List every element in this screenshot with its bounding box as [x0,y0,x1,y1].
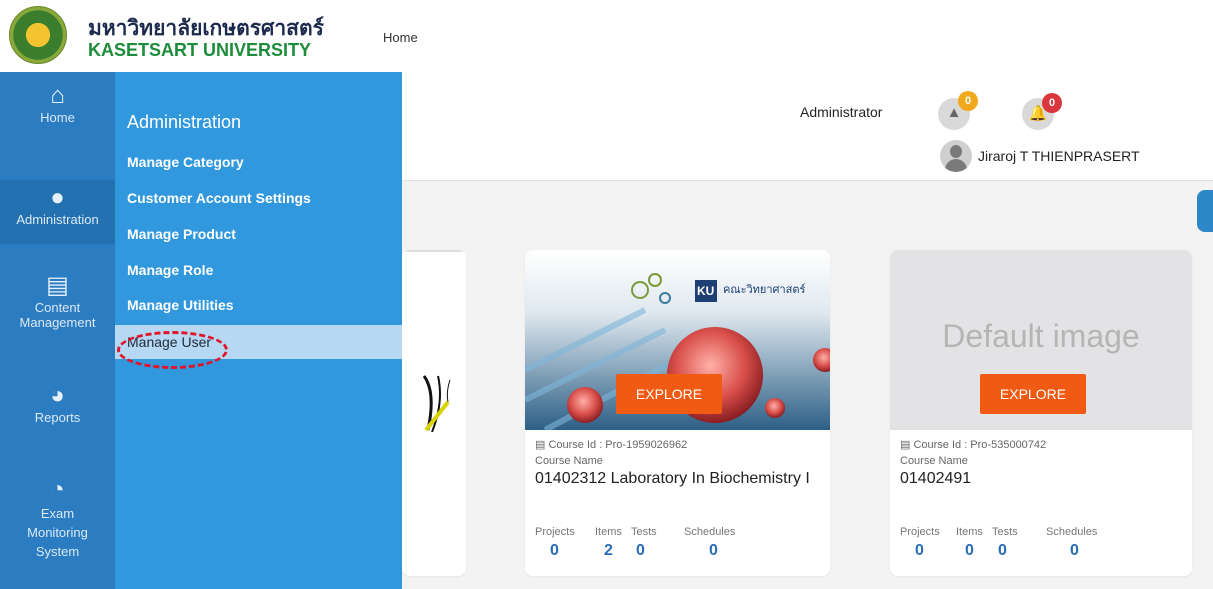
course-id: ▤ Course Id : Pro-1959026962 [535,438,687,451]
stat-projects-label: Projects [900,526,940,538]
sidebar-item-reports[interactable]: ◕ Reports [0,382,115,425]
stat-schedules-label: Schedules [684,526,736,538]
sidebar-item-label: Home [40,110,75,125]
course-id-text: Course Id : Pro-535000742 [913,439,1047,451]
course-card[interactable]: KU คณะวิทยาศาสตร์ EXPLORE ▤ Course Id : … [525,250,830,576]
sidebar-item-label: Exam Monitoring System [27,506,88,559]
stat-projects-label: Projects [535,526,575,538]
sidebar-item-label: Reports [34,410,81,425]
sidebar-item-label: Content Management [19,300,96,330]
default-image-text: Default image [942,318,1140,354]
logo-title-english: KASETSART UNIVERSITY [88,40,312,60]
stat-items-value: 0 [965,542,974,559]
stat-schedules-label: Schedules [1046,526,1098,538]
administration-submenu: Administration Manage Category Customer … [115,72,402,589]
course-card[interactable]: Default image EXPLORE ▤ Course Id : Pro-… [890,250,1192,576]
book-icon: ▤ [535,439,549,451]
stat-schedules-value: 0 [1070,542,1079,559]
sidebar: ⌂ Home ● Administration ▤ Content Manage… [0,72,115,589]
breadcrumb[interactable]: Home [383,30,418,45]
stat-items-label: Items [956,526,983,538]
menu-item-manage-product[interactable]: Manage Product [115,217,402,251]
document-icon: ▤ [46,272,69,299]
sidebar-item-administration[interactable]: ● Administration [0,180,115,244]
sidebar-item-exam-monitoring[interactable]: ◔ Exam Monitoring System [0,476,115,561]
book-icon: ▤ [900,439,914,451]
course-name[interactable]: 01402491 [900,470,971,488]
stat-tests-label: Tests [631,526,657,538]
banner-logo: KU [697,284,715,298]
sidebar-item-home[interactable]: ⌂ Home [0,82,115,125]
user-name[interactable]: Jiraroj T THIENPRASERT [978,148,1140,164]
top-bar: มหาวิทยาลัยเกษตรศาสตร์ KASETSART UNIVERS… [0,0,1213,72]
submenu-title: Administration [127,112,242,132]
course-name-label: Course Name [900,455,968,467]
course-image-graphic [422,375,451,432]
sidebar-item-label: Administration [16,212,99,227]
explore-button[interactable]: EXPLORE [616,374,722,414]
course-card-partial[interactable] [402,250,466,576]
menu-item-manage-utilities[interactable]: Manage Utilities [115,288,402,322]
course-name[interactable]: 01402312 Laboratory In Biochemistry I [535,470,810,488]
annotation-oval [117,331,228,369]
course-name-label: Course Name [535,455,603,467]
stat-items-label: Items [595,526,622,538]
stat-schedules-value: 0 [709,542,718,559]
stat-projects-value: 0 [550,542,559,559]
menu-item-manage-role[interactable]: Manage Role [115,253,402,287]
course-id-text: Course Id : Pro-1959026962 [548,439,688,451]
sidebar-item-content-management[interactable]: ▤ Content Management [0,272,115,330]
side-tab-handle[interactable] [1197,190,1213,232]
stat-tests-label: Tests [992,526,1018,538]
notifications-count-badge: 0 [1042,93,1062,113]
home-icon: ⌂ [50,82,65,109]
menu-item-manage-category[interactable]: Manage Category [115,145,402,179]
stat-tests-value: 0 [636,542,645,559]
alerts-count-badge: 0 [958,91,978,111]
user-role-label: Administrator [800,104,883,120]
course-id: ▤ Course Id : Pro-535000742 [900,438,1046,451]
dashboard-icon: ◔ [50,476,65,503]
stat-tests-value: 0 [998,542,1007,559]
pie-chart-icon: ◕ [50,382,65,409]
avatar[interactable] [940,140,972,172]
user-icon: ● [50,184,65,211]
stat-projects-value: 0 [915,542,924,559]
university-logo-icon[interactable] [9,6,67,64]
stat-items-value: 2 [604,542,613,559]
course-image [402,250,466,432]
banner-text: คณะวิทยาศาสตร์ [723,283,806,296]
explore-button[interactable]: EXPLORE [980,374,1086,414]
menu-item-customer-account-settings[interactable]: Customer Account Settings [115,181,402,215]
